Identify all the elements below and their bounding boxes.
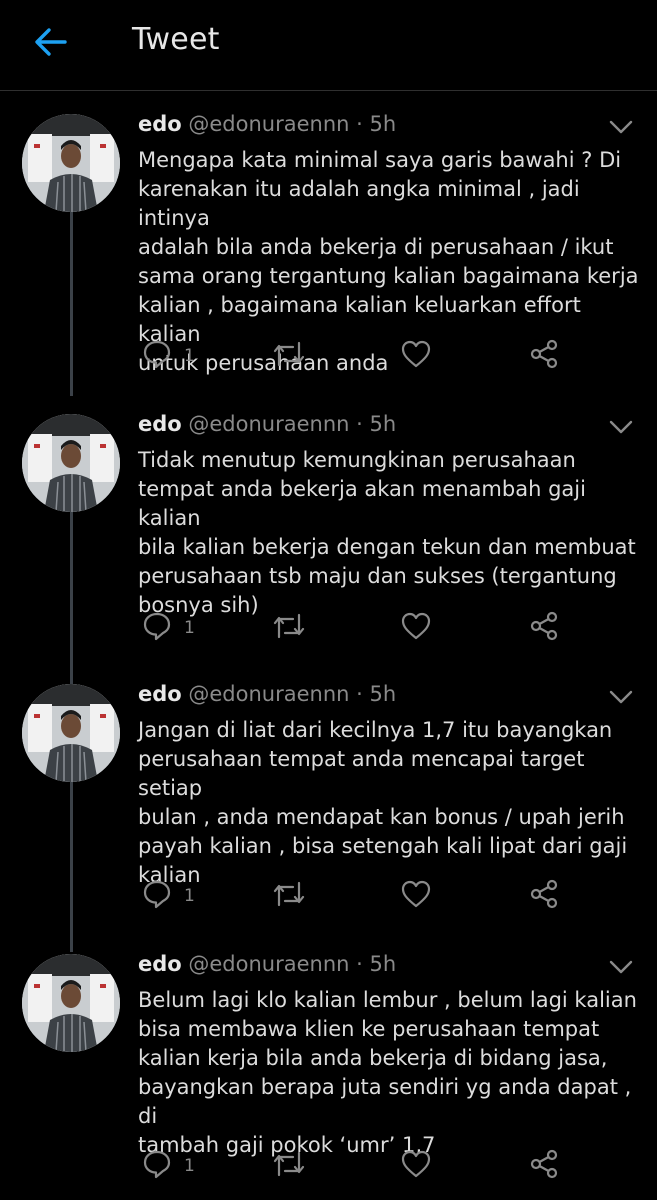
timestamp[interactable]: 5h — [370, 412, 397, 436]
reply-count: 1 — [184, 618, 195, 638]
like-button[interactable] — [400, 1148, 432, 1184]
retweet-icon — [272, 611, 306, 645]
separator: · — [356, 952, 363, 976]
avatar[interactable] — [22, 954, 120, 1052]
retweet-button[interactable] — [272, 878, 306, 914]
retweet-icon — [272, 339, 306, 373]
share-button[interactable] — [528, 610, 560, 646]
share-button[interactable] — [528, 878, 560, 914]
tweet-actions: 1 — [138, 1148, 638, 1188]
tweet[interactable]: edo @edonuraennn · 5h Tidak menutup kemu… — [0, 380, 657, 686]
author-handle[interactable]: @edonuraennn — [188, 412, 349, 436]
separator: · — [356, 412, 363, 436]
retweet-button[interactable] — [272, 1148, 306, 1184]
reply-button[interactable]: 1 — [142, 338, 195, 374]
reply-count: 1 — [184, 346, 195, 366]
heart-icon — [400, 611, 432, 645]
retweet-icon — [272, 1149, 306, 1183]
retweet-icon — [272, 879, 306, 913]
like-button[interactable] — [400, 878, 432, 914]
tweet-text: Jangan di liat dari kecilnya 1,7 itu bay… — [138, 718, 628, 887]
avatar[interactable] — [22, 684, 120, 782]
like-button[interactable] — [400, 610, 432, 646]
share-icon — [528, 610, 560, 646]
author-name[interactable]: edo — [138, 412, 182, 436]
thread-line — [70, 212, 73, 380]
author-name[interactable]: edo — [138, 952, 182, 976]
tweet-actions: 1 — [138, 610, 638, 650]
reply-count: 1 — [184, 1156, 195, 1176]
share-icon — [528, 1148, 560, 1184]
reply-icon — [142, 1149, 172, 1183]
tweet-text: Tidak menutup kemungkinan perusahaan tem… — [138, 448, 636, 617]
tweet-actions: 1 — [138, 338, 638, 378]
tweet-header: edo @edonuraennn · 5h — [138, 952, 396, 976]
separator: · — [356, 682, 363, 706]
chevron-down-icon[interactable] — [606, 114, 636, 140]
retweet-button[interactable] — [272, 610, 306, 646]
author-handle[interactable]: @edonuraennn — [188, 952, 349, 976]
like-button[interactable] — [400, 338, 432, 374]
page-title: Tweet — [132, 22, 220, 57]
tweet[interactable]: edo @edonuraennn · 5h Mengapa kata minim… — [0, 98, 657, 380]
reply-icon — [142, 611, 172, 645]
author-handle[interactable]: @edonuraennn — [188, 682, 349, 706]
reply-count: 1 — [184, 886, 195, 906]
author-name[interactable]: edo — [138, 112, 182, 136]
timestamp[interactable]: 5h — [370, 682, 397, 706]
share-icon — [528, 338, 560, 374]
chevron-down-icon[interactable] — [606, 414, 636, 440]
reply-icon — [142, 879, 172, 913]
reply-icon — [142, 339, 172, 373]
top-bar: Tweet — [0, 0, 657, 91]
share-button[interactable] — [528, 338, 560, 374]
retweet-button[interactable] — [272, 338, 306, 374]
tweet[interactable]: edo @edonuraennn · 5h Jangan di liat dar… — [0, 668, 657, 952]
timestamp[interactable]: 5h — [370, 952, 397, 976]
reply-button[interactable]: 1 — [142, 878, 195, 914]
heart-icon — [400, 339, 432, 373]
chevron-down-icon[interactable] — [606, 954, 636, 980]
thread-line — [70, 512, 73, 686]
tweet-header: edo @edonuraennn · 5h — [138, 412, 396, 436]
share-button[interactable] — [528, 1148, 560, 1184]
reply-button[interactable]: 1 — [142, 1148, 195, 1184]
chevron-down-icon[interactable] — [606, 684, 636, 710]
heart-icon — [400, 879, 432, 913]
thread-line — [70, 380, 73, 396]
thread-line — [70, 782, 73, 952]
share-icon — [528, 878, 560, 914]
tweet-header: edo @edonuraennn · 5h — [138, 682, 396, 706]
tweet-actions: 1 — [138, 878, 638, 918]
tweet-text: Belum lagi klo kalian lembur , belum lag… — [138, 988, 637, 1157]
tweet[interactable]: edo @edonuraennn · 5h Belum lagi klo kal… — [0, 938, 657, 1200]
author-handle[interactable]: @edonuraennn — [188, 112, 349, 136]
separator: · — [356, 112, 363, 136]
reply-button[interactable]: 1 — [142, 610, 195, 646]
author-name[interactable]: edo — [138, 682, 182, 706]
timestamp[interactable]: 5h — [370, 112, 397, 136]
avatar[interactable] — [22, 414, 120, 512]
back-arrow-icon[interactable] — [28, 22, 72, 62]
tweet-header: edo @edonuraennn · 5h — [138, 112, 396, 136]
heart-icon — [400, 1149, 432, 1183]
avatar[interactable] — [22, 114, 120, 212]
